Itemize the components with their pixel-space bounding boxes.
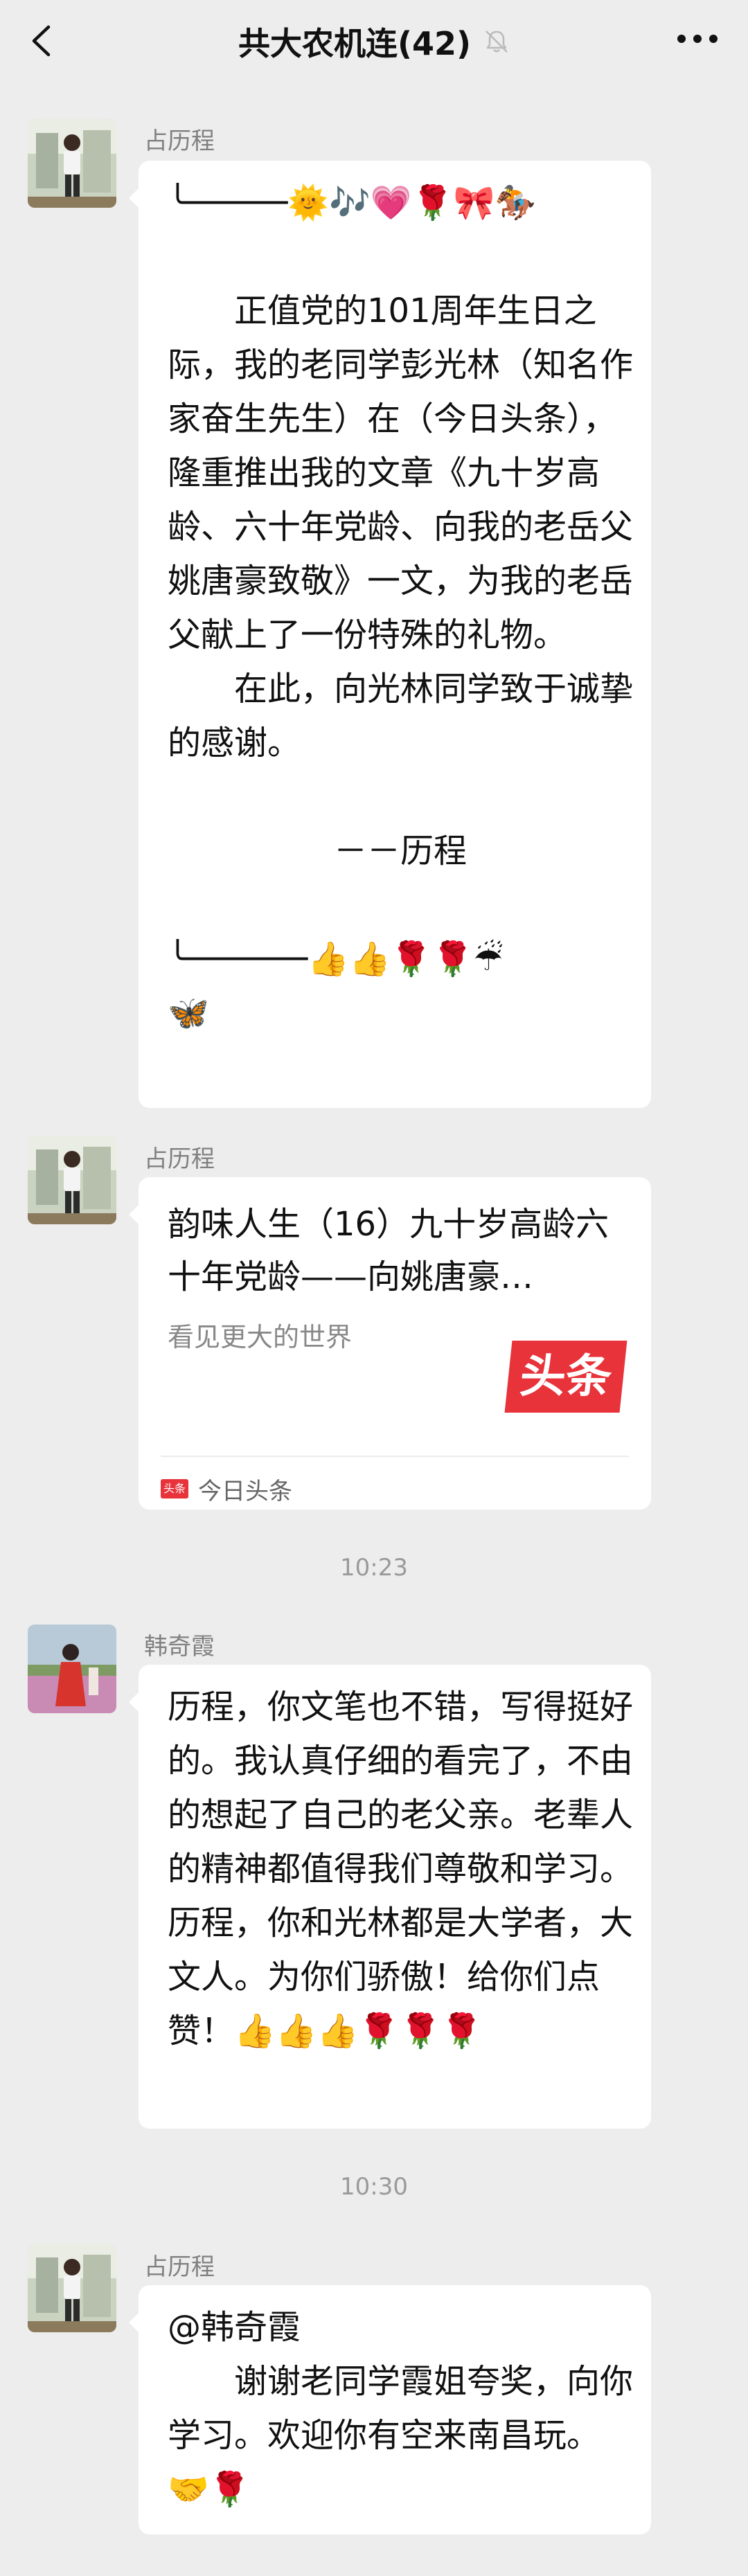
- message-bubble[interactable]: ╰─────🌞🎶💗🌹🎀🏇 正值党的101周年生日之际，我的老同学彭光林（知名作家…: [129, 161, 651, 1108]
- chat-title: 共大农机连(42): [238, 25, 472, 62]
- toutiao-logo: 头条: [504, 1341, 627, 1413]
- message-text: 历程，你文笔也不错，写得挺好的。我认真仔细的看完了，不由的想起了自己的老父亲。老…: [168, 1688, 634, 2050]
- ellipsis-icon[interactable]: [676, 33, 719, 44]
- link-card-title: 韵味人生（16）九十岁高龄六十年党龄——向姚唐豪…: [168, 1205, 609, 1296]
- avatar[interactable]: [28, 1625, 116, 1713]
- link-card-description: 看见更大的世界: [168, 1322, 353, 1352]
- avatar[interactable]: [28, 1136, 116, 1224]
- message-bubble[interactable]: 历程，你文笔也不错，写得挺好的。我认真仔细的看完了，不由的想起了自己的老父亲。老…: [129, 1665, 651, 2129]
- message-text: @韩奇霞 谢谢老同学霞姐夸奖，向你学习。欢迎你有空来南昌玩。🤝🌹: [168, 2308, 634, 2509]
- link-card-source: 今日头条: [198, 1478, 292, 1505]
- chevron-left-icon[interactable]: [30, 25, 51, 57]
- timestamp: 10:30: [340, 2173, 408, 2201]
- avatar[interactable]: [28, 2244, 116, 2332]
- message-text: ╰─────🌞🎶💗🌹🎀🏇 正值党的101周年生日之际，我的老同学彭光林（知名作家…: [168, 184, 634, 1032]
- sender-name: 占历程: [144, 1145, 215, 1173]
- chat-title-group: 共大农机连(42): [238, 19, 510, 64]
- divider: [161, 1456, 629, 1457]
- chat-header: 共大农机连(42): [0, 0, 748, 83]
- bell-muted-icon: [486, 30, 508, 53]
- sender-name: 占历程: [144, 127, 215, 155]
- sender-name: 占历程: [144, 2253, 215, 2281]
- toutiao-icon: 头条: [161, 1479, 188, 1499]
- chat-screen: 共大农机连(42) 占历程 ╰─────🌞🎶💗🌹🎀🏇 正值党的101周年生日之际…: [0, 0, 748, 2576]
- message-bubble[interactable]: @韩奇霞 谢谢老同学霞姐夸奖，向你学习。欢迎你有空来南昌玩。🤝🌹: [129, 2285, 651, 2534]
- sender-name: 韩奇霞: [144, 1633, 215, 1661]
- link-card[interactable]: 韵味人生（16）九十岁高龄六十年党龄——向姚唐豪… 看见更大的世界 头条 头条 …: [129, 1177, 651, 1510]
- avatar[interactable]: [28, 119, 116, 208]
- timestamp: 10:23: [340, 1554, 408, 1582]
